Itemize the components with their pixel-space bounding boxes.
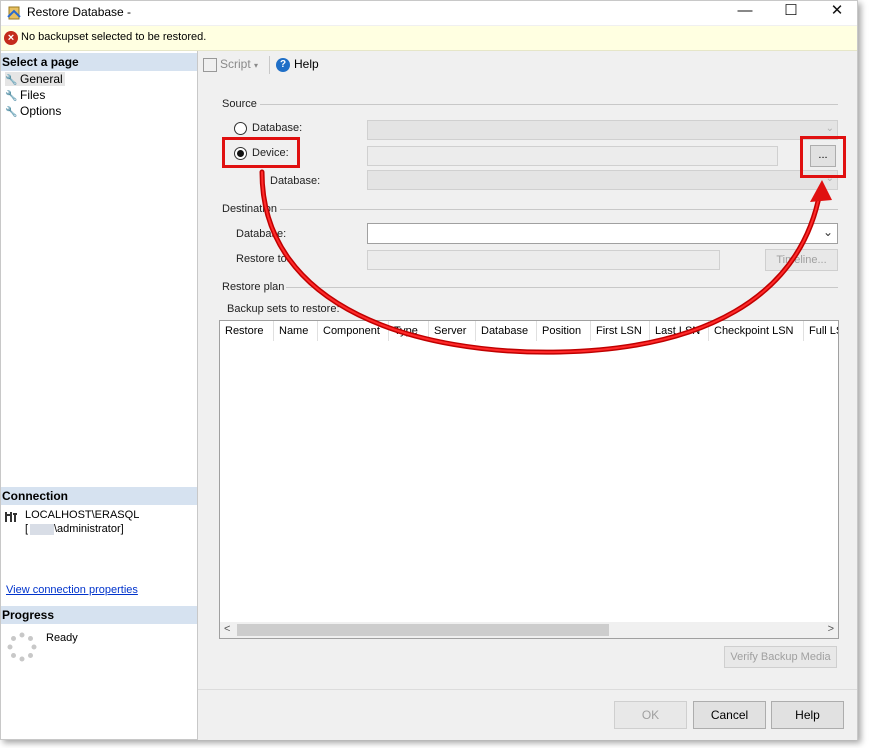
annotation-arrow (259, 169, 832, 355)
